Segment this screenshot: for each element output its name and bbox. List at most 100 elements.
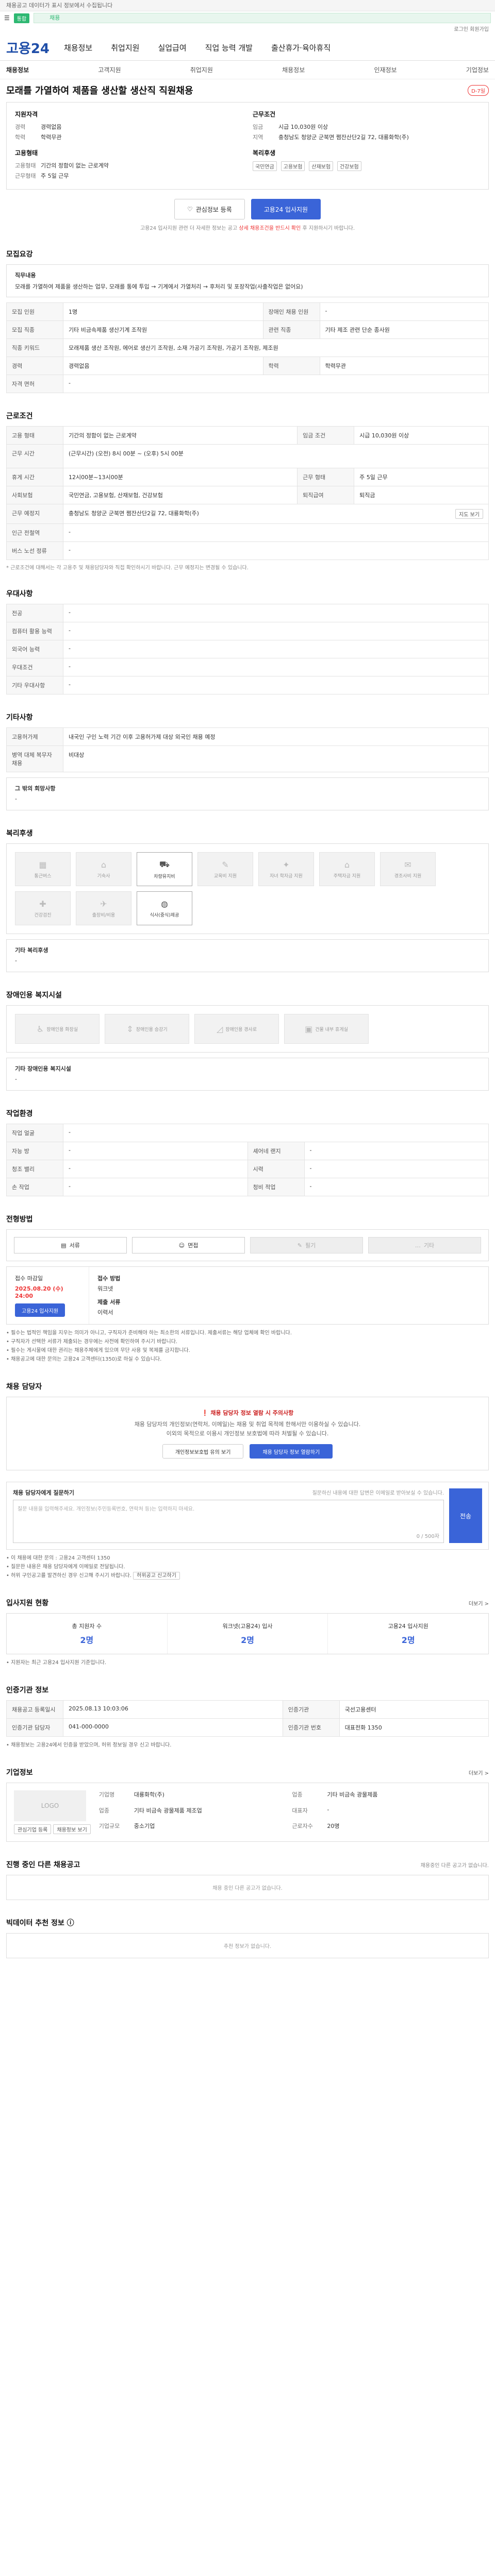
work-location: 충청남도 청양군 군북면 쩜잔산단2길 72, 대룡화학(주) (69, 510, 199, 517)
report-button[interactable]: 허위공고 신고하기 (133, 1572, 180, 1580)
apply-button-small[interactable]: 고용24 입사지원 (15, 1303, 65, 1317)
site-logo[interactable]: 고용24 (6, 38, 50, 57)
subnav-item[interactable]: 채용정보 (282, 65, 305, 74)
section-title-recommend: 빅데이터 추천 정보 ⓘ (6, 1918, 74, 1928)
subnav-item[interactable]: 고객지원 (98, 65, 121, 74)
global-nav: 채용정보 취업지원 실업급여 직업 능력 개발 출산휴가·육아휴직 (64, 42, 331, 53)
company-info: 기업명 대룡화학(주) 업종 기타 비금속 광물제품 업종 기타 비금속 광물제품 제조… (99, 1790, 481, 1834)
table-row: 모집 직종 기타 비금속제품 생산기계 조작원 관련 직종 기타 제조 관련 단순 종… (6, 320, 489, 339)
section-title-company: 기업정보 (6, 1769, 33, 1777)
th: 관련 직종 (262, 320, 320, 339)
plane-icon: ✈ (100, 899, 107, 909)
td: - (304, 1160, 489, 1178)
table-row: 버스 노선 정류 - (6, 541, 489, 560)
job-title: 모래를 가열하여 제품을 생산할 생산직 직원채용 (6, 86, 193, 96)
gnb-item[interactable]: 채용정보 (64, 42, 92, 53)
method-item-disabled: ✎ 필기 (250, 1237, 363, 1253)
kv-value: 시급 10,030원 이상 (278, 124, 328, 130)
th: 모집 직종 (6, 320, 63, 339)
pencil-icon: ✎ (297, 1242, 302, 1249)
company-logo-wrap: LOGO 관심기업 등록 채용정보 보기 (14, 1790, 91, 1835)
subnav-item[interactable]: 기업정보 (466, 65, 489, 74)
search-input[interactable]: 채용 (34, 13, 491, 23)
gnb-item[interactable]: 실업급여 (158, 42, 186, 53)
apply-box: 접수 마감일 2025.08.20 (수) 24:00 고용24 입사지원 접수… (6, 1266, 489, 1325)
manager-desc-2: 이외의 목적으로 이용시 개인정보 보호법에 따라 처벌될 수 있습니다. (166, 1430, 329, 1437)
gnb-item[interactable]: 출산휴가·육아휴직 (271, 42, 331, 53)
welfare-label: 기숙사 (97, 873, 110, 879)
table-row: 고용허가제 내국인 구인 노력 기간 이후 고용허가제 대상 외국인 채용 예정 (6, 727, 489, 746)
welfare-label: 교육비 지원 (213, 873, 237, 879)
th: 사회보험 (6, 486, 63, 504)
th: 자능 방 (6, 1142, 63, 1160)
th: 자격 면허 (6, 375, 63, 393)
same-company-empty: 채용 중인 다른 공고가 없습니다. (6, 1875, 489, 1901)
welfare-label: 자녀 학자금 지원 (270, 873, 303, 879)
kv-key: 학력 (15, 134, 26, 141)
company-head: 기업정보 더보기 > (6, 1767, 489, 1777)
welfare-tile: ⌂ 기숙사 (76, 852, 131, 886)
elevator-icon: ⇕ (126, 1024, 134, 1034)
table-row: 자능 방 - 셰어네 랜지 - (6, 1142, 489, 1160)
stats-more-link[interactable]: 더보기 > (469, 1599, 489, 1607)
kv-key: 고용형태 (15, 162, 36, 169)
section-title-manager: 채용 담당자 (6, 1383, 42, 1391)
th: 인근 전철역 (6, 523, 63, 542)
th: 우대조건 (6, 658, 63, 676)
th: 학력 (262, 357, 320, 375)
scrap-button[interactable]: ♡ 관심정보 등록 (174, 199, 245, 219)
welfare-label: 주택자금 지원 (333, 873, 361, 879)
welfare-badge: 국민연금 (253, 161, 277, 171)
th: 모집 인원 (6, 302, 63, 321)
send-button[interactable]: 전송 (449, 1488, 482, 1544)
menu-icon[interactable]: ☰ (4, 14, 10, 22)
th: 시력 (247, 1160, 305, 1178)
gnb-item[interactable]: 취업지원 (111, 42, 139, 53)
apply-note-tail: 후 지원하시기 바랍니다. (302, 226, 355, 231)
kv-value: 기간의 정함이 없는 근로계약 (41, 162, 109, 169)
facility-label: 장애인용 화장실 (46, 1027, 78, 1032)
kv-key: 지역 (253, 134, 263, 141)
welfare-label: 경조사비 지원 (394, 873, 422, 879)
subnav-item[interactable]: 채용정보 (6, 65, 29, 74)
alert-icon: ❗ (201, 1410, 209, 1416)
gnb-item[interactable]: 직업 능력 개발 (205, 42, 253, 53)
question-textarea[interactable]: 질문 내용을 입력해주세요. 개인정보(주민등록번호, 연락처 등)는 입력하지… (13, 1500, 444, 1544)
other-table: 고용허가제 내국인 구인 노력 기간 이후 고용허가제 대상 외국인 채용 예정 … (6, 727, 489, 772)
info-icon[interactable]: ⓘ (67, 1919, 74, 1927)
company-more-link[interactable]: 더보기 > (469, 1769, 489, 1776)
stat-value: 2명 (241, 1635, 254, 1646)
bullet: • 허위 구인공고를 발견하신 경우 신고해 주시기 바랍니다. (6, 1573, 131, 1579)
interview-icon: ☺ (178, 1242, 185, 1249)
util-links[interactable]: 로그인 회원가입 (0, 25, 495, 35)
apply-button[interactable]: 고용24 입사지원 (251, 199, 321, 219)
manager-desc-1: 채용 담당자의 개인정보(연락처, 이메일)는 채용 및 취업 목적에 한해서만… (134, 1421, 361, 1428)
map-button[interactable]: 지도 보기 (455, 509, 483, 519)
conditions-table: 고용 형태 기간의 정함이 없는 근로계약 임금 조건 시급 10,030원 이상 근… (6, 426, 489, 560)
search-scope-tag[interactable]: 통합 (13, 13, 30, 23)
subnav-item[interactable]: 취업지원 (190, 65, 213, 74)
th: 외국어 능력 (6, 640, 63, 658)
favorite-company-button[interactable]: 관심기업 등록 (14, 1824, 52, 1835)
td: 기타 제조 관련 단순 종사원 (319, 320, 489, 339)
company-jobs-button[interactable]: 채용정보 보기 (53, 1824, 91, 1835)
table-row: 작업 얼굴 - (6, 1124, 489, 1142)
th: 청비 적업 (247, 1178, 305, 1196)
th: 근무 시간 (6, 444, 63, 468)
disability-extra-head: 기타 장애인용 복지시설 (15, 1065, 71, 1072)
th: 휴게 시간 (6, 468, 63, 486)
stat-item: 고용24 입사지원 2명 (328, 1614, 488, 1654)
subnav-item[interactable]: 인재정보 (374, 65, 397, 74)
facility-label: 장애인용 승강기 (136, 1027, 168, 1032)
conditions-note: * 근로조건에 대해서는 각 고용주 및 채용담당자와 직접 확인하시기 바랍니… (6, 565, 249, 571)
td: 대표전화 1350 (339, 1718, 489, 1737)
same-company-note: 채용중인 다른 공고가 없습니다. (420, 1862, 489, 1869)
td: 041-000-0000 (63, 1718, 283, 1737)
kv-value: 경력없음 (41, 124, 62, 130)
td: - (63, 541, 489, 560)
th: 고용 형태 (6, 426, 63, 445)
view-manager-button[interactable]: 채용 담당자 정보 열람하기 (250, 1444, 333, 1459)
info-value: 20명 (327, 1822, 340, 1829)
privacy-law-button[interactable]: 개인정보보호법 유의 보기 (162, 1444, 244, 1459)
apply-period-head: 접수 마감일 (15, 1275, 43, 1282)
